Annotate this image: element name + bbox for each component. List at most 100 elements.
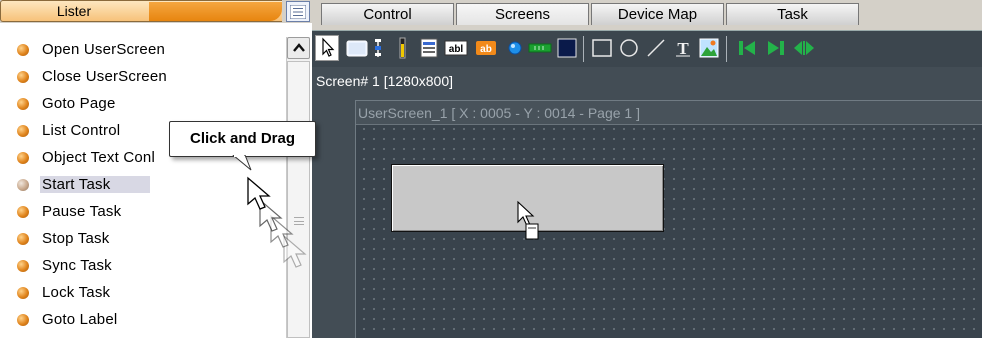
- image-tool[interactable]: [698, 37, 720, 59]
- action-dot-icon: [17, 152, 29, 164]
- list-item-label: List Control: [42, 122, 121, 139]
- list-item-label: Stop Task: [42, 230, 110, 247]
- led-icon: [508, 41, 522, 55]
- label-tool[interactable]: ab: [474, 37, 498, 59]
- action-dot-icon: [17, 44, 29, 56]
- screen-label: Screen# 1 [1280x800]: [316, 73, 453, 89]
- list-item-label: Start Task: [40, 176, 151, 193]
- last-page-icon: [768, 41, 784, 55]
- tab-bar: Control Screens Device Map Task: [312, 0, 982, 30]
- scroll-thumb[interactable]: [287, 61, 310, 338]
- list-item-pause-task[interactable]: Pause Task: [0, 199, 286, 226]
- svg-text:ab: ab: [480, 44, 492, 55]
- first-page-button[interactable]: [736, 37, 760, 59]
- lister-tab-accent: [149, 2, 282, 21]
- textbox-tool[interactable]: abl: [444, 37, 468, 59]
- colorbox-tool[interactable]: [556, 37, 578, 59]
- action-dot-icon: [17, 314, 29, 326]
- tab-control[interactable]: Control: [321, 3, 454, 25]
- button-object-icon: [346, 40, 368, 57]
- lister-tab[interactable]: Lister: [0, 0, 282, 22]
- ellipse-icon: [620, 39, 638, 57]
- progress-tool[interactable]: [528, 37, 552, 59]
- list-item-goto-page[interactable]: Goto Page: [0, 91, 286, 118]
- list-item-label: Pause Task: [42, 203, 122, 220]
- list-item-label: Sync Task: [42, 257, 112, 274]
- userscreen-titlebar[interactable]: UserScreen_1 [ X : 0005 - Y : 0014 - Pag…: [356, 101, 982, 125]
- level-tool[interactable]: [396, 37, 408, 59]
- userscreen-title: UserScreen_1 [ X : 0005 - Y : 0014 - Pag…: [358, 105, 640, 121]
- action-dot-icon: [17, 287, 29, 299]
- tab-label: Device Map: [617, 6, 698, 23]
- list-item-close-userscreen[interactable]: Close UserScreen: [0, 64, 286, 91]
- slider-tool[interactable]: [372, 37, 384, 59]
- list-item-label: Object Text Conl: [42, 149, 155, 166]
- scroll-up-button[interactable]: [287, 37, 310, 59]
- pointer-tool[interactable]: [315, 35, 339, 61]
- list-item-label: Goto Page: [42, 95, 116, 112]
- list-icon: [420, 38, 438, 58]
- action-dot-icon: [17, 98, 29, 110]
- lister-tab-label: Lister: [56, 3, 92, 19]
- list-item-open-userscreen[interactable]: Open UserScreen: [0, 37, 286, 64]
- rectangle-icon: [592, 39, 612, 57]
- object-toolbar: abl ab T: [312, 30, 982, 67]
- callout-text: Click and Drag: [189, 130, 296, 147]
- tab-label: Control: [363, 6, 412, 23]
- lister-panel: Lister Open UserScreen Close UserScreen …: [0, 0, 312, 338]
- rectangle-tool[interactable]: [591, 37, 613, 59]
- level-bar-icon: [399, 37, 406, 59]
- toolbar-separator: [726, 36, 727, 62]
- list-item-label: Close UserScreen: [42, 68, 167, 85]
- chevron-up-icon: [293, 43, 305, 52]
- action-dot-icon: [17, 233, 29, 245]
- list-item-lock-task[interactable]: Lock Task: [0, 280, 286, 307]
- slider-icon: [375, 39, 381, 57]
- tab-label: Task: [777, 6, 808, 23]
- tab-task[interactable]: Task: [726, 3, 859, 25]
- toggle-pages-button[interactable]: [792, 37, 816, 59]
- list-menu-icon: [290, 5, 306, 19]
- list-tool[interactable]: [418, 37, 440, 59]
- editor-area: Control Screens Device Map Task abl ab T…: [312, 0, 982, 338]
- list-item-label: Goto Label: [42, 311, 118, 328]
- last-page-button[interactable]: [764, 37, 788, 59]
- color-box-icon: [557, 38, 577, 58]
- tab-device-map[interactable]: Device Map: [591, 3, 724, 25]
- lister-scrollbar[interactable]: [286, 37, 310, 338]
- progress-bar-icon: [528, 43, 552, 53]
- toolbar-separator: [583, 36, 584, 62]
- tab-screens[interactable]: Screens: [456, 3, 589, 25]
- userscreen-window[interactable]: UserScreen_1 [ X : 0005 - Y : 0014 - Pag…: [355, 100, 982, 338]
- svg-text:T: T: [677, 39, 689, 58]
- text-tool[interactable]: T: [672, 37, 694, 59]
- lister-menu-button[interactable]: [286, 1, 310, 22]
- click-and-drag-callout: Click and Drag: [169, 121, 316, 171]
- line-tool[interactable]: [645, 37, 667, 59]
- scroll-grip-icon: [294, 217, 304, 225]
- toggle-pages-icon: [794, 41, 814, 55]
- action-dot-icon: [17, 179, 29, 191]
- ellipse-tool[interactable]: [618, 37, 640, 59]
- svg-text:abl: abl: [449, 44, 464, 55]
- action-dot-icon: [17, 260, 29, 272]
- callout-tail: [232, 155, 252, 171]
- list-item-label: Lock Task: [42, 284, 111, 301]
- tab-label: Screens: [494, 6, 551, 23]
- line-icon: [647, 39, 665, 57]
- list-item-start-task[interactable]: Start Task: [0, 172, 286, 199]
- button-tool[interactable]: [346, 37, 368, 59]
- action-dot-icon: [17, 125, 29, 137]
- action-dot-icon: [17, 206, 29, 218]
- design-canvas[interactable]: Screen# 1 [1280x800] UserScreen_1 [ X : …: [312, 67, 982, 338]
- text-tool-icon: T: [676, 39, 690, 58]
- list-item-stop-task[interactable]: Stop Task: [0, 226, 286, 253]
- list-item-sync-task[interactable]: Sync Task: [0, 253, 286, 280]
- first-page-icon: [739, 41, 755, 55]
- led-tool[interactable]: [504, 37, 526, 59]
- dropped-button-object[interactable]: [391, 164, 664, 232]
- label-icon: ab: [476, 41, 496, 55]
- action-dot-icon: [17, 71, 29, 83]
- list-item-goto-label[interactable]: Goto Label: [0, 307, 286, 334]
- lister-header: Lister: [0, 0, 312, 23]
